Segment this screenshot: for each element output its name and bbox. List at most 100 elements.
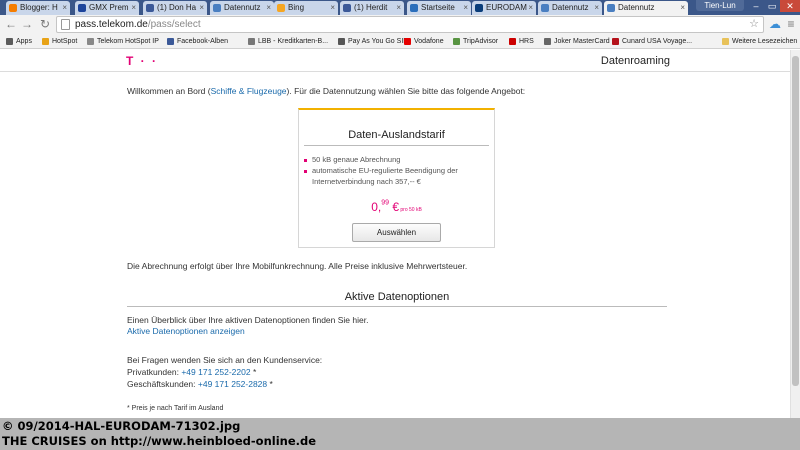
url-path: /pass/select (147, 19, 201, 30)
feature-item-continued: Internetverbindung nach 357,-- € (312, 177, 421, 186)
browser-tab[interactable]: Datennutz × (210, 1, 274, 15)
bookmark-item[interactable]: Facebook-Alben (167, 36, 228, 47)
bookmark-item[interactable]: Vodafone (404, 36, 444, 47)
maximize-icon[interactable]: ▭ (764, 0, 780, 12)
bookmark-item[interactable]: HotSpot (42, 36, 77, 47)
bookmark-item[interactable]: HRS (509, 36, 534, 47)
overview-text: Einen Überblick über Ihre aktiven Dateno… (127, 315, 369, 325)
bookmark-star-icon[interactable]: ☆ (749, 17, 759, 32)
bookmark-icon (248, 38, 255, 45)
bookmark-label: HRS (519, 38, 534, 45)
bookmark-label: Vodafone (414, 38, 444, 45)
tab-close-icon[interactable]: × (594, 1, 599, 14)
active-options-link[interactable]: Aktive Datenoptionen anzeigen (127, 326, 245, 337)
bookmark-label: LBB - Kreditkarten-B... (258, 38, 329, 45)
feature-item: 50 kB genaue Abrechnung (304, 155, 400, 165)
bookmark-label: Telekom HotSpot IP (97, 38, 159, 45)
bookmark-label: Facebook-Alben (177, 38, 228, 45)
browser-tab[interactable]: Blogger: H × (6, 1, 70, 15)
select-tariff-button[interactable]: Auswählen (352, 223, 441, 242)
price-currency: € (389, 200, 400, 214)
page-icon (61, 19, 70, 30)
bullet-icon (304, 169, 307, 173)
browser-tab[interactable]: (1) Don Ha × (143, 1, 207, 15)
bookmark-label: Weitere Lesezeichen (732, 38, 798, 45)
tariff-title: Daten-Auslandstarif (348, 129, 445, 141)
bookmark-icon (544, 38, 551, 45)
scrollbar-thumb[interactable] (792, 56, 799, 386)
bookmark-icon (509, 38, 516, 45)
close-window-icon[interactable]: ✕ (780, 0, 800, 12)
private-phone-link[interactable]: +49 171 252-2202 (181, 367, 250, 377)
browser-tab[interactable]: (1) Herdit × (340, 1, 404, 15)
feature-text: 50 kB genaue Abrechnung (312, 155, 401, 164)
tab-close-icon[interactable]: × (528, 1, 533, 14)
bookmark-item[interactable]: TripAdvisor (453, 36, 498, 47)
browser-tab[interactable]: Datennutz × (604, 1, 688, 15)
telekom-logo[interactable]: T · · (126, 54, 158, 68)
tab-close-icon[interactable]: × (330, 1, 335, 14)
tab-strip: Blogger: H × GMX Prem × (1) Don Ha × Datennutz… (0, 0, 800, 15)
bookmark-icon (338, 38, 345, 45)
bookmark-label: Pay As You Go SIM (348, 38, 410, 45)
back-icon[interactable]: ← (4, 17, 18, 31)
tab-title: Datennutz (552, 3, 589, 12)
bookmark-icon (87, 38, 94, 45)
reload-icon[interactable]: ↻ (38, 17, 52, 31)
business-label: Geschäftskunden: (127, 379, 198, 389)
bookmarks-bar: Apps HotSpot Telekom HotSpot IP Facebook-Al… (0, 34, 800, 49)
bookmark-item[interactable]: LBB - Kreditkarten-B... (248, 36, 328, 47)
tab-close-icon[interactable]: × (266, 1, 271, 14)
tab-close-icon[interactable]: × (463, 1, 468, 14)
tab-close-icon[interactable]: × (680, 1, 685, 14)
tab-close-icon[interactable]: × (131, 1, 136, 14)
tab-close-icon[interactable]: × (396, 1, 401, 14)
bookmark-item[interactable]: Weitere Lesezeichen (722, 36, 797, 47)
card-divider (304, 145, 489, 146)
bookmark-item[interactable]: Telekom HotSpot IP (87, 36, 159, 47)
url-domain: pass.telekom.de (75, 19, 148, 30)
private-label: Privatkunden: (127, 367, 182, 377)
tariff-card: Daten-Auslandstarif 50 kB genaue Abrechn… (298, 108, 495, 248)
bookmark-icon (722, 38, 729, 45)
address-bar[interactable]: pass.telekom.de/pass/select ☆ (56, 16, 764, 33)
tab-title: Blogger: H (20, 3, 58, 12)
asterisk: * (250, 367, 257, 377)
page-title: Datenroaming (600, 55, 670, 67)
minimize-icon[interactable]: – (748, 0, 764, 12)
browser-tab[interactable]: Startseite × (407, 1, 471, 15)
bookmark-icon (6, 38, 13, 45)
tab-close-icon[interactable]: × (62, 1, 67, 14)
bookmark-item[interactable]: Pay As You Go SIM (338, 36, 409, 47)
tab-favicon-icon (410, 4, 418, 12)
bookmark-icon (167, 38, 174, 45)
bookmark-label: HotSpot (52, 38, 78, 45)
business-phone-link[interactable]: +49 171 252-2828 (198, 379, 267, 389)
tab-close-icon[interactable]: × (199, 1, 204, 14)
tab-title: Datennutz (618, 3, 655, 12)
browser-tab[interactable]: EURODAM × (472, 1, 536, 15)
bookmark-item[interactable]: Cunard USA Voyage... (612, 36, 692, 47)
welcome-text: Willkommen an Bord (Schiffe & Flugzeuge)… (127, 86, 525, 97)
feature-text: automatische EU-regulierte Beendigung de… (312, 166, 458, 175)
profile-button[interactable]: Tien-Lun (696, 0, 744, 11)
tab-favicon-icon (541, 4, 549, 12)
browser-tab[interactable]: Bing × (274, 1, 338, 15)
section-title: Aktive Datenoptionen (344, 291, 450, 303)
tab-favicon-icon (9, 4, 17, 12)
browser-tab[interactable]: GMX Prem × (75, 1, 139, 15)
menu-icon[interactable]: ≡ (784, 17, 798, 31)
bookmark-icon (42, 38, 49, 45)
ships-planes-link[interactable]: Schiffe & Flugzeuge (211, 86, 287, 96)
tariff-price: 0,99 € pro 50 kB (299, 198, 494, 216)
bookmark-icon (612, 38, 619, 45)
welcome-pre: Willkommen an Bord ( (127, 86, 211, 96)
browser-tab[interactable]: Datennutz × (538, 1, 602, 15)
bookmark-item[interactable]: Apps (6, 36, 32, 47)
forward-icon[interactable]: → (20, 17, 34, 31)
bookmark-label: TripAdvisor (463, 38, 499, 45)
extension-icon[interactable]: ☁ (768, 17, 782, 31)
tab-title: (1) Don Ha (157, 3, 197, 12)
bookmark-label: Cunard USA Voyage... (622, 38, 693, 45)
bookmark-item[interactable]: Joker MasterCard (544, 36, 610, 47)
